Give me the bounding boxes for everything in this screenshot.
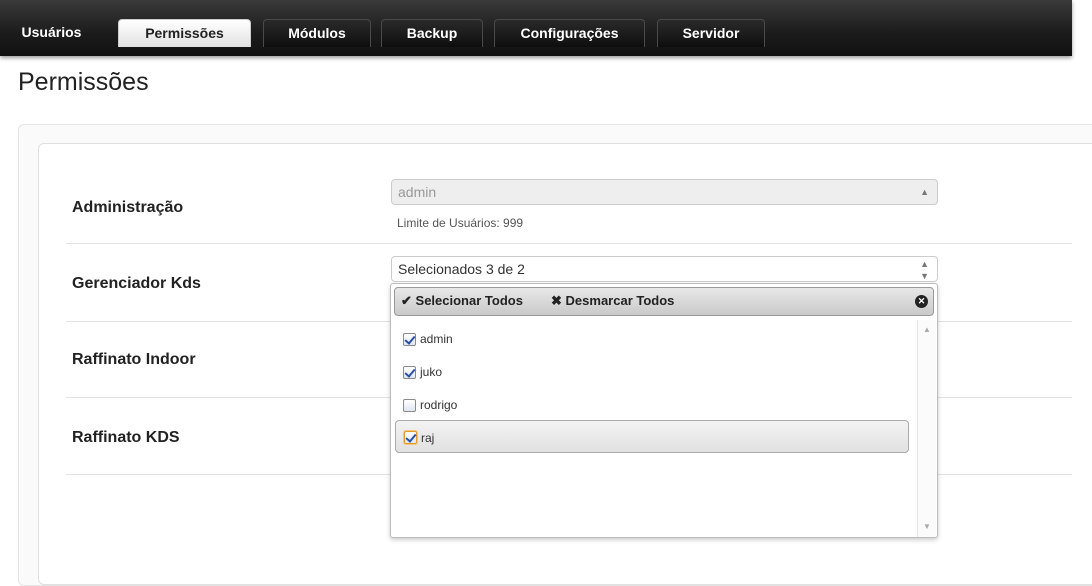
administracao-select-value: admin: [398, 184, 437, 200]
top-nav-bar: Usuários Permissões Módulos Backup Confi…: [0, 0, 1072, 56]
page-title: Permissões: [18, 68, 149, 96]
tab-permissoes[interactable]: Permissões: [118, 19, 251, 47]
tab-servidor[interactable]: Servidor: [657, 19, 765, 47]
checkbox[interactable]: [403, 366, 416, 379]
close-circle-icon[interactable]: ✕: [915, 295, 928, 308]
list-item[interactable]: rodrigo: [395, 390, 909, 420]
list-item[interactable]: admin: [395, 324, 909, 354]
row-label-gerenciador-kds: Gerenciador Kds: [72, 275, 201, 292]
select-all-label: Selecionar Todos: [415, 293, 523, 308]
row-label-administracao: Administração: [72, 199, 184, 216]
checkbox[interactable]: [403, 399, 416, 412]
select-arrows-icon: ▲ ▼: [920, 259, 929, 281]
gerenciador-kds-multiselect[interactable]: Selecionados 3 de 2 ▲ ▼: [391, 256, 938, 282]
option-label: rodrigo: [420, 398, 458, 412]
row-label-raffinato-kds: Raffinato KDS: [72, 429, 180, 446]
scroll-up-icon[interactable]: ▲: [923, 325, 931, 334]
user-limit-text: Limite de Usuários: 999: [397, 216, 524, 230]
check-icon: ✔: [401, 293, 412, 308]
deselect-all-label: Desmarcar Todos: [565, 293, 675, 308]
scroll-down-icon[interactable]: ▼: [923, 522, 931, 531]
select-all-button[interactable]: ✔ Selecionar Todos: [401, 293, 523, 309]
deselect-all-button[interactable]: ✖ Desmarcar Todos: [551, 293, 674, 309]
dropdown-scrollbar[interactable]: ▲ ▼: [917, 320, 936, 537]
row-divider: [66, 243, 1072, 244]
checkbox[interactable]: [403, 333, 416, 346]
list-item[interactable]: juko: [395, 357, 909, 387]
list-item[interactable]: raj: [395, 420, 909, 453]
option-label: admin: [420, 332, 453, 346]
row-label-raffinato-indoor: Raffinato Indoor: [72, 351, 196, 368]
option-label: raj: [421, 431, 435, 445]
multiselect-value: Selecionados 3 de 2: [398, 261, 525, 277]
tab-configuracoes[interactable]: Configurações: [494, 19, 645, 47]
multiselect-dropdown: ✔ Selecionar Todos ✖ Desmarcar Todos ✕ a…: [390, 283, 938, 538]
tab-backup[interactable]: Backup: [381, 19, 483, 47]
tab-usuarios[interactable]: Usuários: [4, 19, 99, 47]
select-arrows-icon: ▲: [920, 187, 929, 197]
options-list: admin juko rodrigo raj: [391, 320, 919, 538]
cross-icon: ✖: [551, 293, 562, 308]
administracao-select: admin ▲: [391, 179, 938, 205]
checkbox[interactable]: [404, 431, 417, 444]
dropdown-header: ✔ Selecionar Todos ✖ Desmarcar Todos ✕: [394, 287, 934, 316]
tab-modulos[interactable]: Módulos: [263, 19, 371, 47]
option-label: juko: [420, 365, 443, 379]
